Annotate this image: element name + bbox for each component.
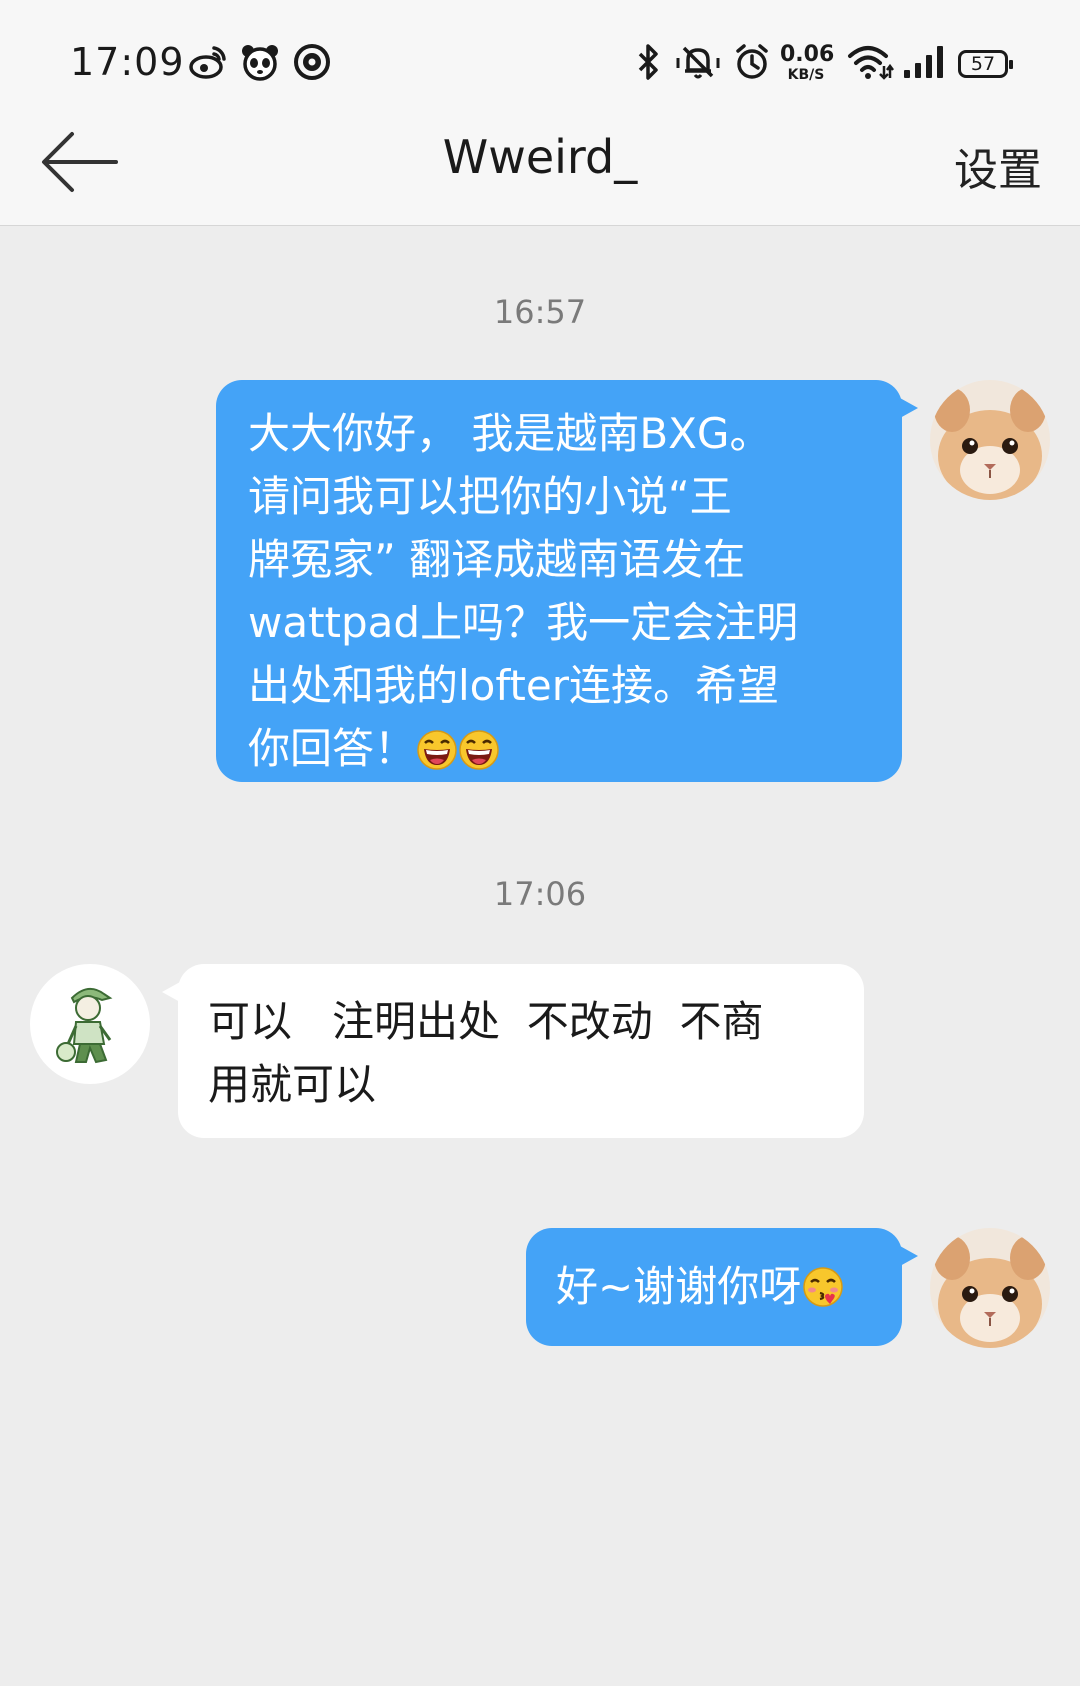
battery-indicator: 57 bbox=[958, 50, 1013, 78]
message-timestamp: 16:57 bbox=[493, 293, 587, 331]
weibo-icon bbox=[188, 42, 228, 82]
rabbit-avatar-icon bbox=[930, 1228, 1050, 1348]
signal-icon bbox=[902, 42, 948, 82]
alarm-icon bbox=[734, 42, 774, 82]
chat-area[interactable]: 16:57 大大你好， 我是越南BXG。 请问我可以把你的小说“王 牌冤家” 翻… bbox=[0, 227, 1080, 1686]
chat-title: Wweird_ bbox=[442, 130, 638, 184]
net-speed-indicator: 0.06 KB/S bbox=[780, 42, 835, 84]
message-timestamp: 17:06 bbox=[493, 875, 587, 913]
net-speed-unit: KB/S bbox=[787, 67, 825, 83]
bluetooth-icon bbox=[632, 42, 672, 82]
incoming-message-bubble[interactable]: 可以 注明出处 不改动 不商 用就可以 bbox=[162, 964, 864, 1138]
status-time: 17:09 bbox=[70, 40, 185, 84]
nav-bar: Wweird_ 设置 bbox=[0, 100, 1080, 226]
app-icon bbox=[292, 42, 332, 82]
my-avatar[interactable] bbox=[930, 1228, 1050, 1348]
wifi-icon bbox=[846, 42, 894, 82]
my-avatar[interactable] bbox=[930, 380, 1050, 500]
settings-button[interactable]: 设置 bbox=[954, 134, 1042, 198]
cartoon-boy-avatar-icon bbox=[30, 964, 150, 1084]
rabbit-avatar-icon bbox=[930, 380, 1050, 500]
contact-avatar[interactable] bbox=[30, 964, 150, 1084]
message-text: 大大你好， 我是越南BXG。 请问我可以把你的小说“王 牌冤家” 翻译成越南语发… bbox=[248, 409, 799, 773]
message-text: 可以 注明出处 不改动 不商 用就可以 bbox=[208, 997, 764, 1109]
status-bar: 17:09 0.06 KB/S 57 bbox=[0, 0, 1080, 100]
outgoing-message-bubble[interactable]: 好~谢谢你呀 bbox=[526, 1228, 918, 1346]
outgoing-message-bubble[interactable]: 大大你好， 我是越南BXG。 请问我可以把你的小说“王 牌冤家” 翻译成越南语发… bbox=[216, 380, 918, 782]
net-speed-value: 0.06 bbox=[780, 42, 835, 67]
vibrate-icon bbox=[676, 42, 720, 82]
panda-icon bbox=[240, 42, 280, 82]
laughing-emoji bbox=[458, 725, 500, 788]
kissing-heart-emoji bbox=[801, 1263, 845, 1326]
laughing-emoji bbox=[416, 725, 458, 788]
message-text: 好~谢谢你呀 bbox=[556, 1262, 802, 1311]
